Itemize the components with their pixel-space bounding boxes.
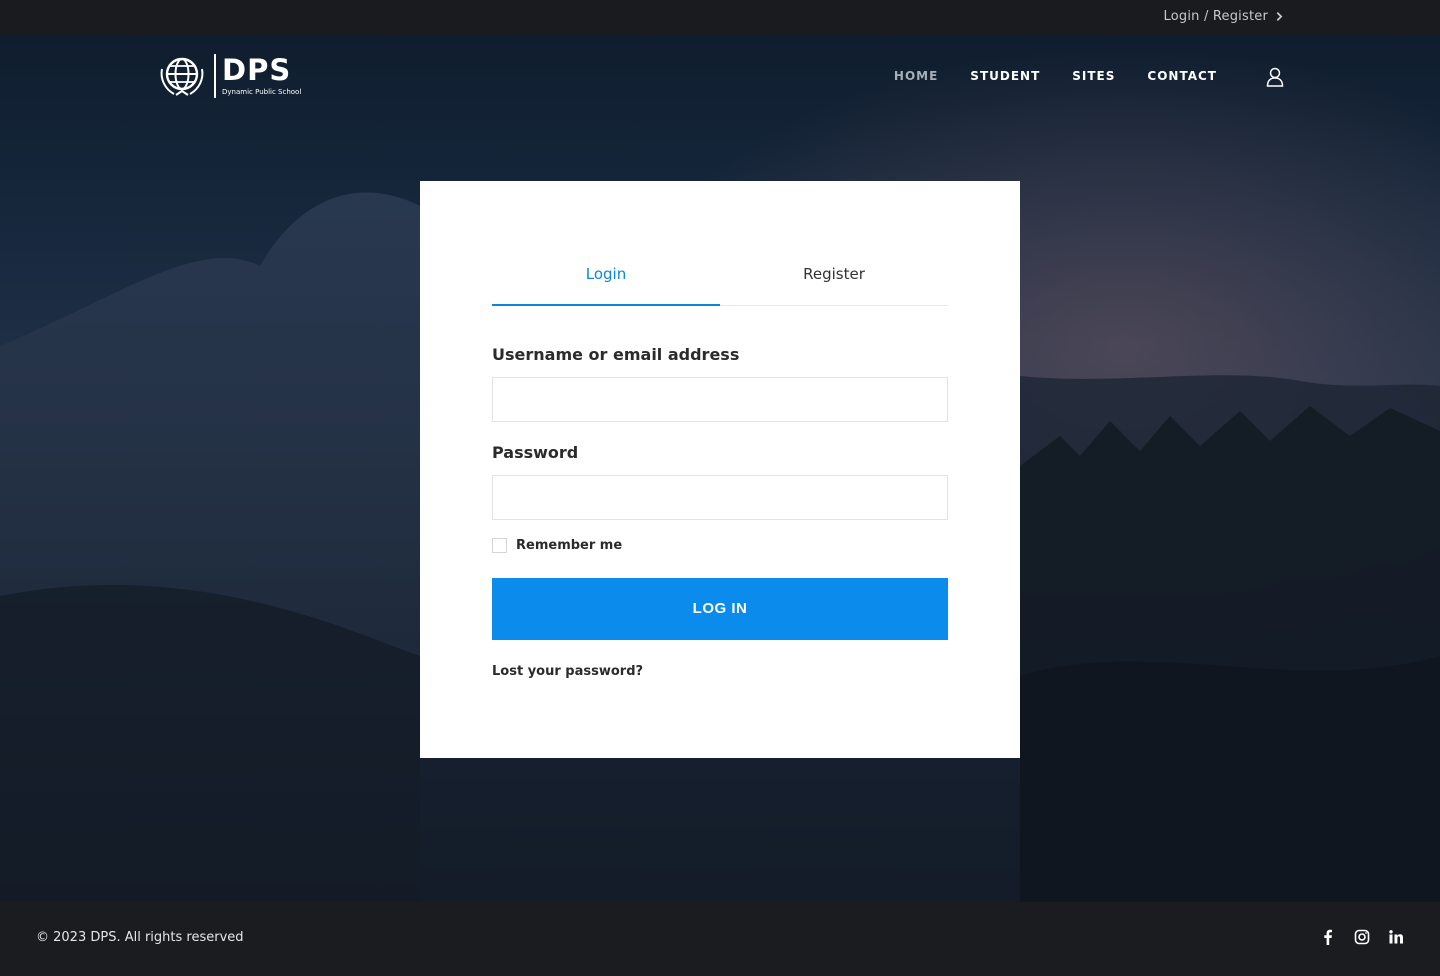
username-label: Username or email address: [492, 345, 740, 364]
tab-register[interactable]: Register: [720, 253, 948, 305]
remember-checkbox[interactable]: [492, 538, 507, 553]
password-input[interactable]: [492, 475, 948, 520]
password-label: Password: [492, 443, 579, 462]
main-nav: HOME STUDENT SITES CONTACT: [894, 69, 1217, 83]
globe-icon: [160, 57, 204, 96]
username-input[interactable]: [492, 377, 948, 422]
top-bar: Login / Register: [0, 0, 1440, 36]
login-register-label[interactable]: Login / Register: [1164, 9, 1268, 24]
login-register-link[interactable]: Login / Register: [1164, 9, 1285, 24]
footer: © 2023 DPS. All rights reserved: [0, 902, 1440, 976]
user-account-icon[interactable]: [1264, 66, 1286, 88]
copyright-text: © 2023 DPS. All rights reserved: [36, 930, 244, 945]
tab-login[interactable]: Login: [492, 253, 720, 306]
instagram-icon[interactable]: [1354, 929, 1370, 945]
nav-item-student[interactable]: STUDENT: [970, 69, 1040, 83]
logo-divider: [214, 54, 216, 98]
logo-text: DPS Dynamic Public School: [222, 55, 301, 97]
nav-item-home[interactable]: HOME: [894, 69, 938, 83]
site-logo[interactable]: DPS Dynamic Public School: [156, 53, 301, 99]
hero-background: DPS Dynamic Public School HOME STUDENT S…: [0, 36, 1440, 902]
nav-item-sites[interactable]: SITES: [1072, 69, 1115, 83]
remember-label[interactable]: Remember me: [516, 538, 622, 553]
remember-me[interactable]: Remember me: [492, 538, 622, 553]
logo-title: DPS: [222, 53, 292, 87]
chevron-right-icon: [1276, 12, 1283, 21]
social-links: [1320, 929, 1404, 945]
logo-subtitle: Dynamic Public School: [222, 88, 302, 96]
auth-tabs: Login Register: [492, 253, 948, 306]
login-button[interactable]: LOG IN: [492, 578, 948, 640]
linkedin-icon[interactable]: [1388, 929, 1404, 945]
login-card: Login Register Username or email address…: [420, 181, 1020, 758]
nav-item-contact[interactable]: CONTACT: [1147, 69, 1217, 83]
facebook-icon[interactable]: [1320, 929, 1336, 945]
lost-password-link[interactable]: Lost your password?: [492, 664, 643, 679]
